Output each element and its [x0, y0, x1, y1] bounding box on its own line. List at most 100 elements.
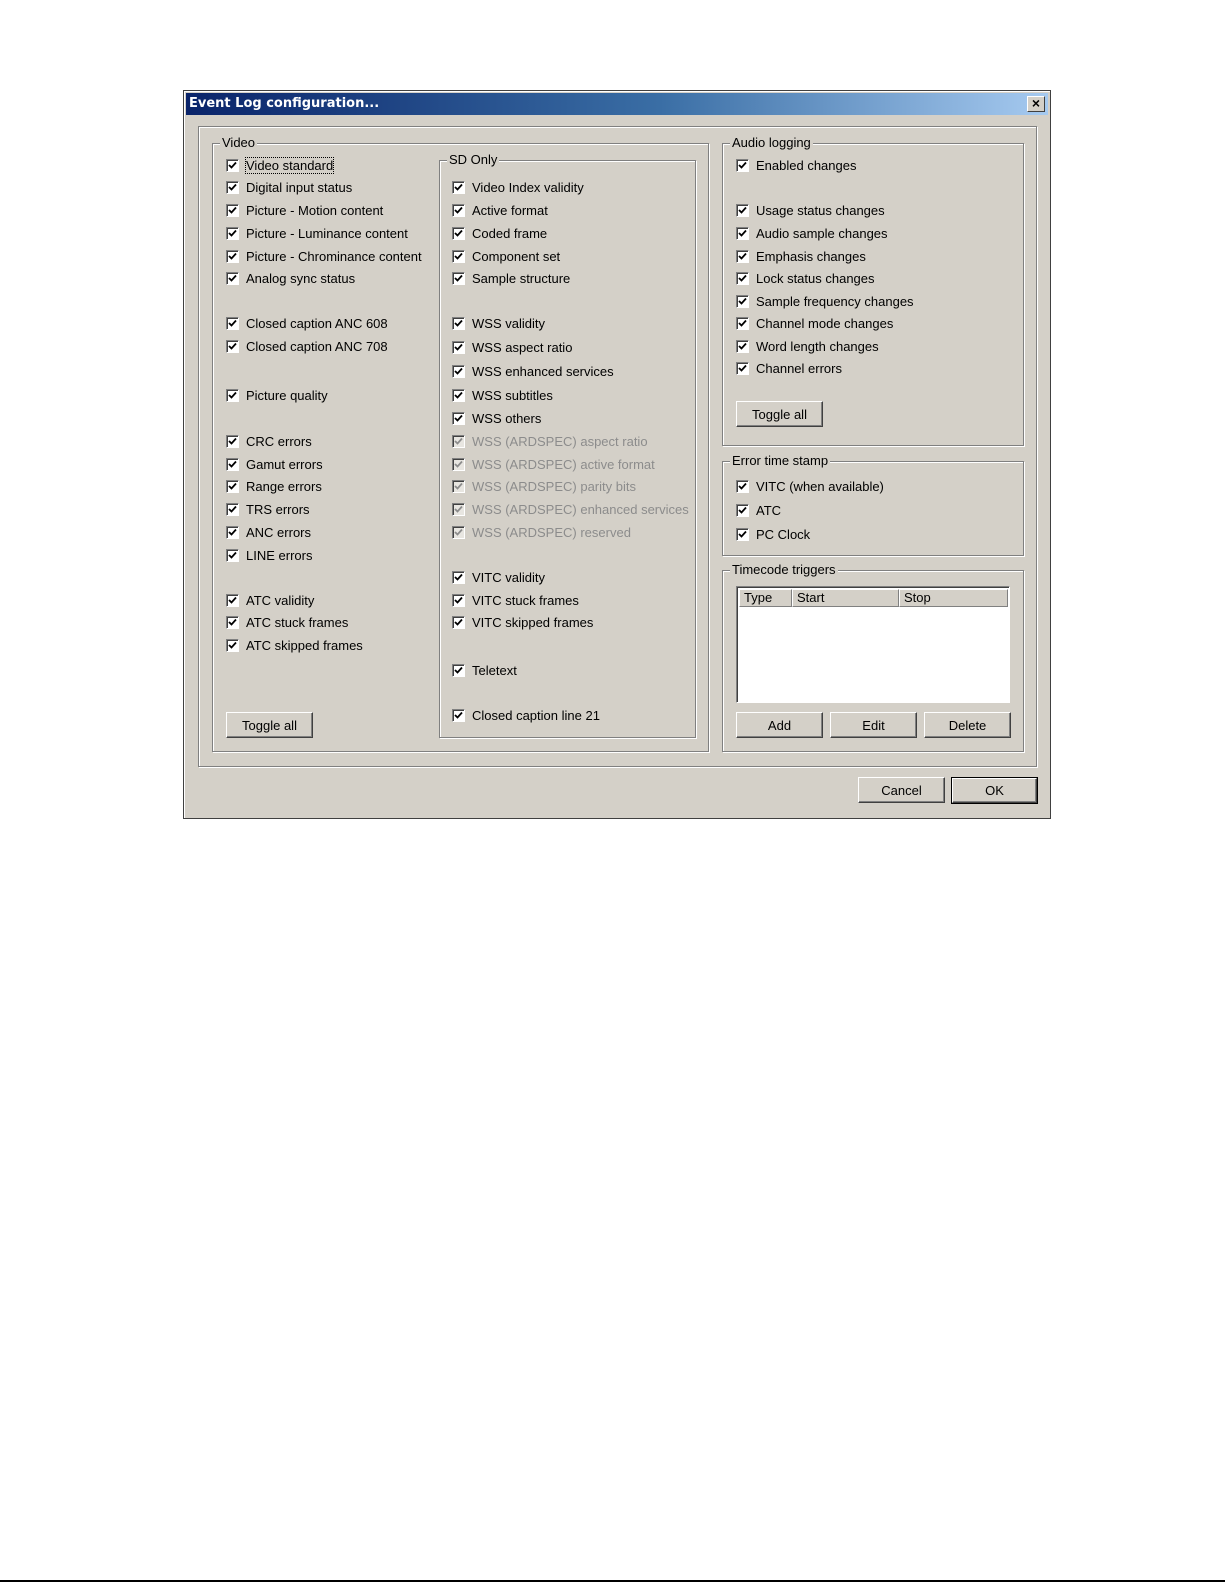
add-trigger-button[interactable]: Add: [736, 712, 823, 738]
checkbox-video-video-standard[interactable]: Video standard: [226, 156, 335, 174]
checkbox-box[interactable]: [226, 180, 239, 194]
checkbox-audio-audio-sample-changes[interactable]: Audio sample changes: [736, 224, 888, 242]
checkbox-video-picture-quality[interactable]: Picture quality: [226, 386, 328, 404]
checkbox-box[interactable]: [226, 158, 239, 172]
checkbox-box[interactable]: [736, 158, 749, 172]
checkbox-audio-sample-frequency-changes[interactable]: Sample frequency changes: [736, 292, 914, 310]
checkbox-box[interactable]: [452, 271, 465, 285]
checkbox-sd-only-wss-aspect-ratio[interactable]: WSS aspect ratio: [452, 338, 572, 356]
checkbox-box[interactable]: [452, 663, 465, 677]
checkbox-box[interactable]: [736, 527, 749, 541]
ok-button[interactable]: OK: [951, 777, 1038, 804]
checkbox-box[interactable]: [452, 708, 465, 722]
checkbox-sd-only-wss-validity[interactable]: WSS validity: [452, 314, 545, 332]
checkbox-sd-only-sample-structure[interactable]: Sample structure: [452, 269, 570, 287]
checkbox-timestamp-atc[interactable]: ATC: [736, 501, 781, 519]
audio-toggle-all-button[interactable]: Toggle all: [736, 401, 823, 427]
column-header-type[interactable]: Type: [739, 589, 792, 607]
checkbox-box[interactable]: [452, 203, 465, 217]
checkbox-box[interactable]: [226, 388, 239, 402]
checkbox-audio-channel-errors[interactable]: Channel errors: [736, 359, 842, 377]
video-toggle-all-button[interactable]: Toggle all: [226, 712, 313, 738]
edit-trigger-button[interactable]: Edit: [830, 712, 917, 738]
checkbox-video-picture-chrominance-content[interactable]: Picture - Chrominance content: [226, 247, 422, 265]
checkbox-video-analog-sync-status[interactable]: Analog sync status: [226, 269, 355, 287]
checkbox-video-trs-errors[interactable]: TRS errors: [226, 500, 310, 518]
checkbox-box[interactable]: [452, 388, 465, 402]
checkbox-box[interactable]: [452, 364, 465, 378]
checkbox-sd-only-wss-subtitles[interactable]: WSS subtitles: [452, 386, 553, 404]
checkbox-box[interactable]: [736, 249, 749, 263]
cancel-button[interactable]: Cancel: [858, 777, 945, 803]
checkbox-video-atc-validity[interactable]: ATC validity: [226, 591, 314, 609]
timecode-triggers-list[interactable]: Type Start Stop: [736, 586, 1010, 703]
checkbox-box[interactable]: [226, 316, 239, 330]
checkbox-video-anc-errors[interactable]: ANC errors: [226, 523, 311, 541]
checkbox-box[interactable]: [226, 226, 239, 240]
checkbox-sd-only-wss-enhanced-services[interactable]: WSS enhanced services: [452, 362, 614, 380]
checkbox-box[interactable]: [452, 316, 465, 330]
column-header-stop[interactable]: Stop: [899, 589, 1008, 607]
checkbox-audio-emphasis-changes[interactable]: Emphasis changes: [736, 247, 866, 265]
checkbox-sd-only-teletext[interactable]: Teletext: [452, 661, 517, 679]
checkbox-box[interactable]: [452, 570, 465, 584]
checkbox-sd-only-video-index-validity[interactable]: Video Index validity: [452, 178, 584, 196]
checkbox-box[interactable]: [736, 339, 749, 353]
checkbox-video-gamut-errors[interactable]: Gamut errors: [226, 455, 323, 473]
checkbox-box[interactable]: [452, 615, 465, 629]
delete-trigger-button[interactable]: Delete: [924, 712, 1011, 738]
checkbox-box[interactable]: [736, 203, 749, 217]
checkbox-video-range-errors[interactable]: Range errors: [226, 477, 322, 495]
checkbox-box[interactable]: [736, 226, 749, 240]
checkbox-box[interactable]: [452, 411, 465, 425]
checkbox-box[interactable]: [226, 457, 239, 471]
checkbox-box[interactable]: [736, 294, 749, 308]
checkbox-box[interactable]: [226, 271, 239, 285]
checkbox-box[interactable]: [226, 203, 239, 217]
checkbox-sd-only-wss-others[interactable]: WSS others: [452, 409, 541, 427]
checkbox-box[interactable]: [452, 249, 465, 263]
title-bar[interactable]: Event Log configuration... ×: [186, 93, 1048, 115]
checkbox-audio-usage-status-changes[interactable]: Usage status changes: [736, 201, 885, 219]
checkbox-box[interactable]: [452, 180, 465, 194]
checkbox-box[interactable]: [226, 638, 239, 652]
checkbox-box[interactable]: [226, 249, 239, 263]
checkbox-box[interactable]: [452, 226, 465, 240]
checkbox-sd-only-vitc-skipped-frames[interactable]: VITC skipped frames: [452, 613, 593, 631]
checkbox-sd-only-active-format[interactable]: Active format: [452, 201, 548, 219]
checkbox-sd-only-coded-frame[interactable]: Coded frame: [452, 224, 547, 242]
checkbox-box[interactable]: [226, 593, 239, 607]
checkbox-video-closed-caption-anc-708[interactable]: Closed caption ANC 708: [226, 337, 388, 355]
checkbox-video-closed-caption-anc-608[interactable]: Closed caption ANC 608: [226, 314, 388, 332]
checkbox-box[interactable]: [736, 316, 749, 330]
checkbox-box[interactable]: [226, 502, 239, 516]
checkbox-box[interactable]: [452, 593, 465, 607]
checkbox-box[interactable]: [226, 548, 239, 562]
checkbox-video-atc-stuck-frames[interactable]: ATC stuck frames: [226, 613, 348, 631]
checkbox-audio-enabled-changes[interactable]: Enabled changes: [736, 156, 856, 174]
checkbox-box[interactable]: [736, 503, 749, 517]
checkbox-box[interactable]: [226, 615, 239, 629]
checkbox-audio-channel-mode-changes[interactable]: Channel mode changes: [736, 314, 893, 332]
close-button[interactable]: ×: [1027, 96, 1045, 112]
checkbox-box[interactable]: [736, 271, 749, 285]
checkbox-sd-only-vitc-stuck-frames[interactable]: VITC stuck frames: [452, 591, 579, 609]
checkbox-video-picture-motion-content[interactable]: Picture - Motion content: [226, 201, 383, 219]
checkbox-sd-only-closed-caption-line-21[interactable]: Closed caption line 21: [452, 706, 600, 724]
checkbox-timestamp-vitc-when-available[interactable]: VITC (when available): [736, 477, 884, 495]
checkbox-box[interactable]: [452, 340, 465, 354]
column-header-start[interactable]: Start: [792, 589, 899, 607]
checkbox-box[interactable]: [226, 525, 239, 539]
checkbox-timestamp-pc-clock[interactable]: PC Clock: [736, 525, 810, 543]
checkbox-box[interactable]: [226, 434, 239, 448]
checkbox-box[interactable]: [226, 339, 239, 353]
checkbox-video-digital-input-status[interactable]: Digital input status: [226, 178, 352, 196]
checkbox-video-crc-errors[interactable]: CRC errors: [226, 432, 312, 450]
checkbox-audio-lock-status-changes[interactable]: Lock status changes: [736, 269, 875, 287]
checkbox-video-picture-luminance-content[interactable]: Picture - Luminance content: [226, 224, 408, 242]
checkbox-video-atc-skipped-frames[interactable]: ATC skipped frames: [226, 636, 363, 654]
checkbox-box[interactable]: [736, 361, 749, 375]
checkbox-sd-only-component-set[interactable]: Component set: [452, 247, 560, 265]
checkbox-box[interactable]: [736, 479, 749, 493]
checkbox-sd-only-vitc-validity[interactable]: VITC validity: [452, 568, 545, 586]
